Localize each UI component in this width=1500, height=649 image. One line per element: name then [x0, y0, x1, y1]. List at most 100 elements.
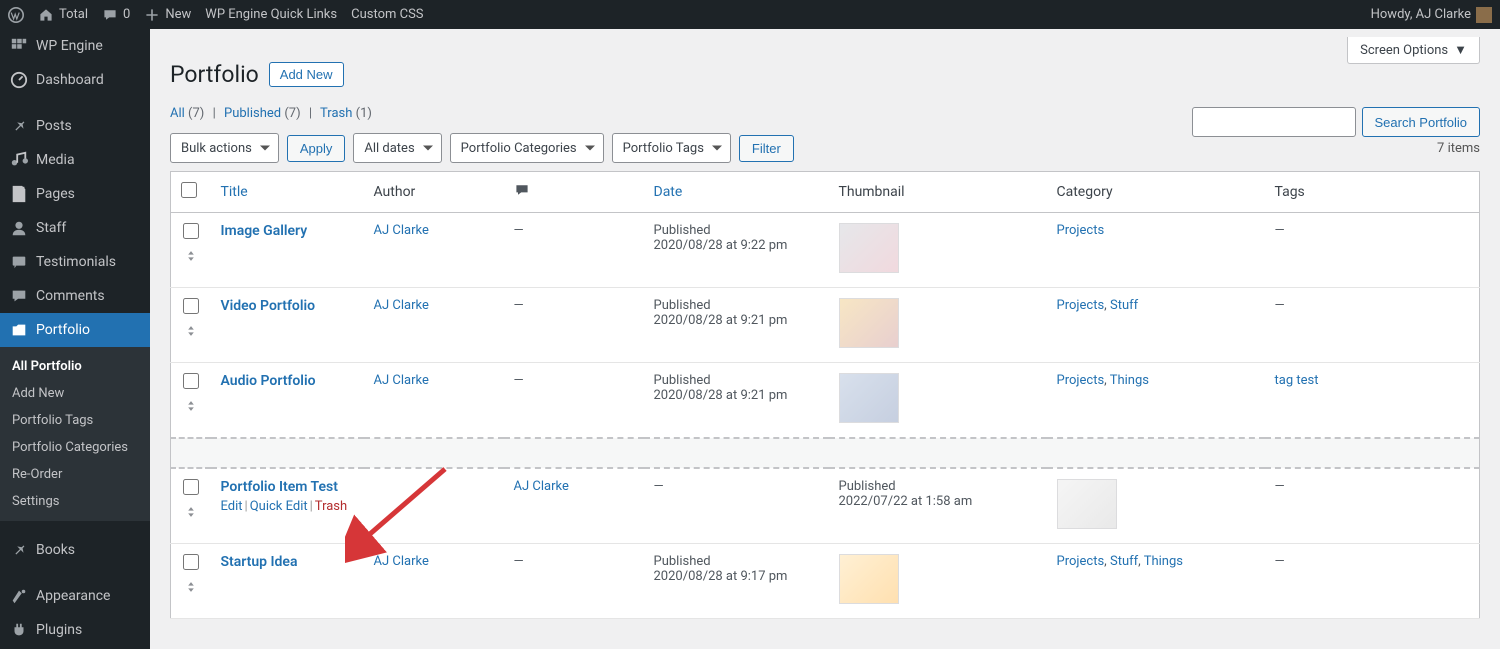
custom-css-link[interactable]: Custom CSS [351, 7, 423, 22]
col-date[interactable]: Date [654, 184, 683, 200]
comment-icon [10, 287, 28, 305]
edit-link[interactable]: Edit [221, 499, 243, 514]
row-checkbox[interactable] [183, 298, 199, 314]
category-link[interactable]: Things [1144, 554, 1183, 569]
submenu-add-new[interactable]: Add New [0, 380, 150, 407]
new-label: New [165, 7, 191, 22]
site-name-link[interactable]: Total [38, 7, 88, 23]
category-link[interactable]: Projects [1057, 298, 1105, 313]
category-link[interactable]: Projects [1057, 373, 1105, 388]
home-icon [38, 7, 54, 23]
submenu-re-order[interactable]: Re-Order [0, 461, 150, 488]
date-cell: Published2020/08/28 at 9:21 pm [644, 363, 829, 439]
comments-cell: — [644, 468, 829, 544]
view-trash[interactable]: Trash [320, 106, 352, 121]
category-link[interactable]: Stuff [1110, 298, 1138, 313]
category-cell: Projects [1047, 213, 1265, 288]
tag-filter-select[interactable]: Portfolio Tags [612, 133, 731, 163]
reorder-handle[interactable] [184, 399, 198, 417]
wp-logo[interactable] [8, 7, 24, 23]
submenu-portfolio-tags[interactable]: Portfolio Tags [0, 407, 150, 434]
thumbnail [839, 373, 899, 423]
reorder-handle[interactable] [184, 324, 198, 342]
row-title-link[interactable]: Image Gallery [221, 223, 308, 239]
category-filter-select[interactable]: Portfolio Categories [450, 133, 604, 163]
thumbnail [1057, 479, 1117, 529]
comments-link[interactable]: 0 [102, 7, 130, 23]
submenu-portfolio-categories[interactable]: Portfolio Categories [0, 434, 150, 461]
sidebar-item-wp-engine[interactable]: WP Engine [0, 29, 150, 63]
view-published[interactable]: Published [224, 106, 281, 121]
row-title-link[interactable]: Portfolio Item Test [221, 479, 338, 495]
category-link[interactable]: Things [1110, 373, 1149, 388]
my-account[interactable]: Howdy, AJ Clarke [1371, 7, 1492, 23]
quick-edit-link[interactable]: Quick Edit [250, 499, 308, 514]
sidebar-item-label: Appearance [36, 588, 110, 604]
filter-button[interactable]: Filter [739, 135, 794, 162]
plugin-icon [10, 621, 28, 639]
row-title-link[interactable]: Startup Idea [221, 554, 298, 570]
sidebar-item-pages[interactable]: Pages [0, 177, 150, 211]
sidebar-item-dashboard[interactable]: Dashboard [0, 63, 150, 97]
reorder-handle[interactable] [184, 580, 198, 598]
main-content: Screen Options ▼ Portfolio Add New All (… [150, 29, 1500, 649]
col-comments[interactable] [504, 172, 644, 213]
sidebar-item-posts[interactable]: Posts [0, 109, 150, 143]
reorder-handle[interactable] [184, 505, 198, 523]
sidebar-item-label: Comments [36, 288, 105, 304]
bulk-actions-select[interactable]: Bulk actions [170, 133, 279, 163]
date-cell: Published2020/08/28 at 9:21 pm [644, 288, 829, 363]
row-checkbox[interactable] [183, 479, 199, 495]
view-all[interactable]: All [170, 106, 185, 121]
reorder-handle[interactable] [184, 249, 198, 267]
tag-link[interactable]: tag test [1275, 373, 1319, 388]
author-link[interactable]: AJ Clarke [374, 298, 429, 313]
apply-button[interactable]: Apply [287, 135, 346, 162]
select-all-checkbox[interactable] [181, 182, 197, 198]
category-link[interactable]: Projects [1057, 554, 1105, 569]
sidebar-item-staff[interactable]: Staff [0, 211, 150, 245]
comments-cell: — [504, 363, 644, 439]
sidebar-item-portfolio[interactable]: Portfolio [0, 313, 150, 347]
screen-options-toggle[interactable]: Screen Options ▼ [1347, 37, 1480, 64]
sidebar-item-testimonials[interactable]: Testimonials [0, 245, 150, 279]
sidebar-item-label: Pages [36, 186, 75, 202]
add-new-button[interactable]: Add New [269, 62, 344, 87]
pin-icon [10, 541, 28, 559]
category-link[interactable]: Projects [1057, 223, 1105, 238]
sidebar-item-plugins[interactable]: Plugins [0, 613, 150, 647]
row-checkbox[interactable] [183, 223, 199, 239]
col-title[interactable]: Title [221, 184, 248, 200]
date-filter-select[interactable]: All dates [353, 133, 441, 163]
author-link[interactable]: AJ Clarke [374, 223, 429, 238]
sidebar-item-appearance[interactable]: Appearance [0, 579, 150, 613]
author-link[interactable]: AJ Clarke [374, 373, 429, 388]
sidebar-item-label: Media [36, 152, 75, 168]
submenu-all-portfolio[interactable]: All Portfolio [0, 353, 150, 380]
sidebar-item-books[interactable]: Books [0, 533, 150, 567]
col-category: Category [1047, 172, 1265, 213]
author-link[interactable]: AJ Clarke [374, 554, 429, 569]
plus-icon [144, 7, 160, 23]
trash-link[interactable]: Trash [315, 499, 347, 514]
comment-icon [102, 7, 118, 23]
sidebar-item-comments[interactable]: Comments [0, 279, 150, 313]
sidebar-item-label: Posts [36, 118, 72, 134]
new-content-link[interactable]: New [144, 7, 191, 23]
search-input[interactable] [1192, 107, 1356, 137]
row-checkbox[interactable] [183, 554, 199, 570]
submenu-settings[interactable]: Settings [0, 488, 150, 515]
sidebar-item-media[interactable]: Media [0, 143, 150, 177]
author-link[interactable]: AJ Clarke [514, 479, 569, 494]
page-title: Portfolio [170, 61, 259, 88]
search-button[interactable]: Search Portfolio [1362, 107, 1481, 137]
row-title-link[interactable]: Video Portfolio [221, 298, 316, 314]
tags-cell: — [1265, 544, 1480, 619]
category-link[interactable]: Stuff [1110, 554, 1138, 569]
wpengine-quicklinks[interactable]: WP Engine Quick Links [205, 7, 337, 22]
row-title-link[interactable]: Audio Portfolio [221, 373, 316, 389]
testimonial-icon [10, 253, 28, 271]
row-checkbox[interactable] [183, 373, 199, 389]
sidebar-item-label: Dashboard [36, 72, 104, 88]
pin-icon [10, 117, 28, 135]
